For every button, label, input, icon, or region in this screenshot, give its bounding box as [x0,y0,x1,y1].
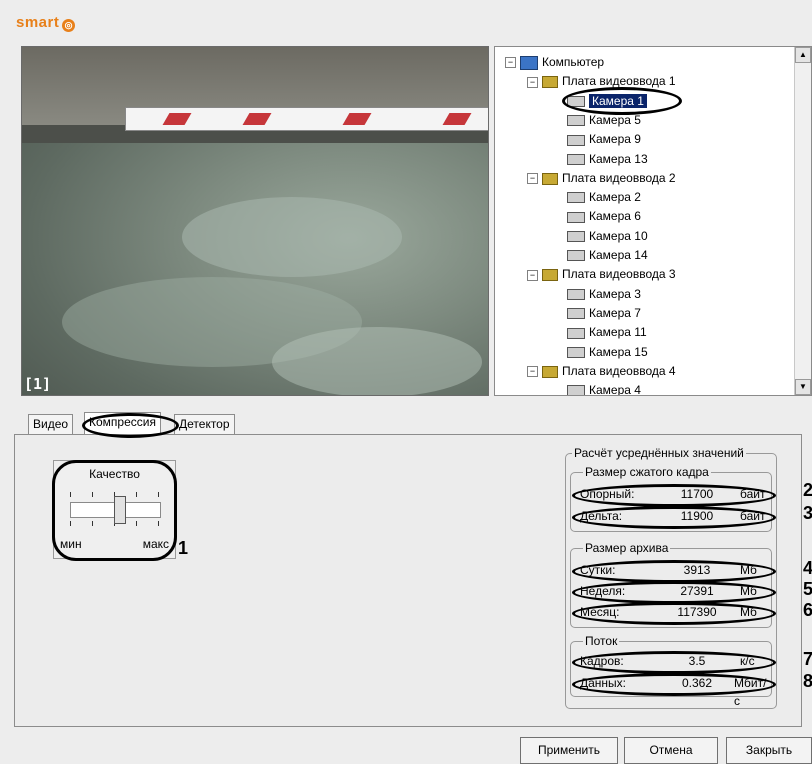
scroll-down-icon[interactable]: ▼ [795,379,811,395]
video-preview: [1] [21,46,489,396]
tree-item-camera[interactable]: Камера 10 [567,227,648,246]
barrier-image [125,107,488,131]
quality-highlight [52,460,177,561]
tree-item-board[interactable]: − Плата видеоввода 2 [527,169,676,188]
marker-4: 4 [803,558,812,578]
tree-item-camera[interactable]: Камера 15 [567,343,648,362]
tab-highlight-oval [82,413,179,438]
camera-icon [567,134,585,146]
camera-icon [567,346,585,358]
archive-month-row: Месяц: 117390 Мб [572,602,776,625]
computer-icon [520,55,538,70]
marker-7: 7 [803,649,812,669]
camera-icon [567,231,585,243]
archive-day-row: Сутки: 3913 Мб [572,560,776,583]
tree-item-camera[interactable]: Камера 3 [567,285,641,304]
cancel-button[interactable]: Отмена [624,737,718,764]
tree-item-board[interactable]: − Плата видеоввода 4 [527,362,676,381]
camera-icon [567,250,585,262]
collapse-icon[interactable]: − [527,366,538,378]
quality-slider-group: Качество мин макс [52,460,177,561]
collapse-icon[interactable]: − [505,57,516,69]
camera-icon [567,308,585,320]
scroll-up-icon[interactable]: ▲ [795,47,811,63]
capture-board-icon [542,365,558,378]
camera-icon [567,153,585,165]
camera-icon [567,192,585,204]
tree-item-camera[interactable]: Камера 11 [567,323,647,342]
app-logo: smart ◎ [16,14,76,32]
frame-size-title: Размер сжатого кадра [583,465,711,479]
stream-title: Поток [583,634,620,648]
tab-detector[interactable]: Детектор [174,414,235,434]
archive-week-row: Неделя: 27391 Мб [572,581,776,604]
tree-item-camera[interactable]: Камера 9 [567,130,641,149]
collapse-icon[interactable]: − [527,173,538,185]
marker-8: 8 [803,671,812,691]
tree-item-computer[interactable]: − Компьютер [505,53,604,72]
stream-data-row: Данных: 0.362 Мбит/с [572,673,776,708]
camera-icon [567,288,585,300]
marker-2: 2 [803,480,812,500]
marker-5: 5 [803,579,812,599]
tab-video[interactable]: Видео [28,414,74,434]
tree-item-camera[interactable]: Камера 2 [567,188,641,207]
apply-button[interactable]: Применить [520,737,618,764]
collapse-icon[interactable]: − [527,269,538,281]
camera-icon [567,115,585,127]
tree-item-board[interactable]: − Плата видеоввода 3 [527,265,676,284]
stream-frames-row: Кадров: 3.5 к/с [572,651,776,674]
camera-icon [567,327,585,339]
tree-item-camera[interactable]: Камера 4 [567,381,641,395]
tree-item-camera[interactable]: Камера 6 [567,207,641,226]
camera-icon [567,385,585,395]
archive-size-title: Размер архива [583,541,671,555]
capture-board-icon [542,269,558,282]
tree-item-camera[interactable]: Камера 13 [567,150,648,169]
frame-delta-row: Дельта: 11900 байт [572,506,776,529]
tree-item-camera[interactable]: Камера 7 [567,304,641,323]
collapse-icon[interactable]: − [527,76,538,88]
camera-icon [567,211,585,223]
frame-reference-row: Опорный: 11700 байт [572,484,776,507]
tree-item-camera[interactable]: Камера 14 [567,246,648,265]
close-button[interactable]: Закрыть [726,737,812,764]
selection-highlight-oval [562,87,682,115]
marker-1: 1 [178,538,189,558]
capture-board-icon [542,172,558,185]
camera-index-label: [1] [24,375,52,393]
marker-6: 6 [803,600,812,620]
logo-icon: ◎ [62,19,76,32]
capture-board-icon [542,76,558,89]
marker-3: 3 [803,503,812,523]
device-tree[interactable]: Камера 4− Плата видеоввода 4 Камера 15 Каме… [494,46,812,396]
averages-title: Расчёт усреднённых значений [572,446,746,460]
tree-scrollbar[interactable]: ▲ ▼ [794,47,811,395]
